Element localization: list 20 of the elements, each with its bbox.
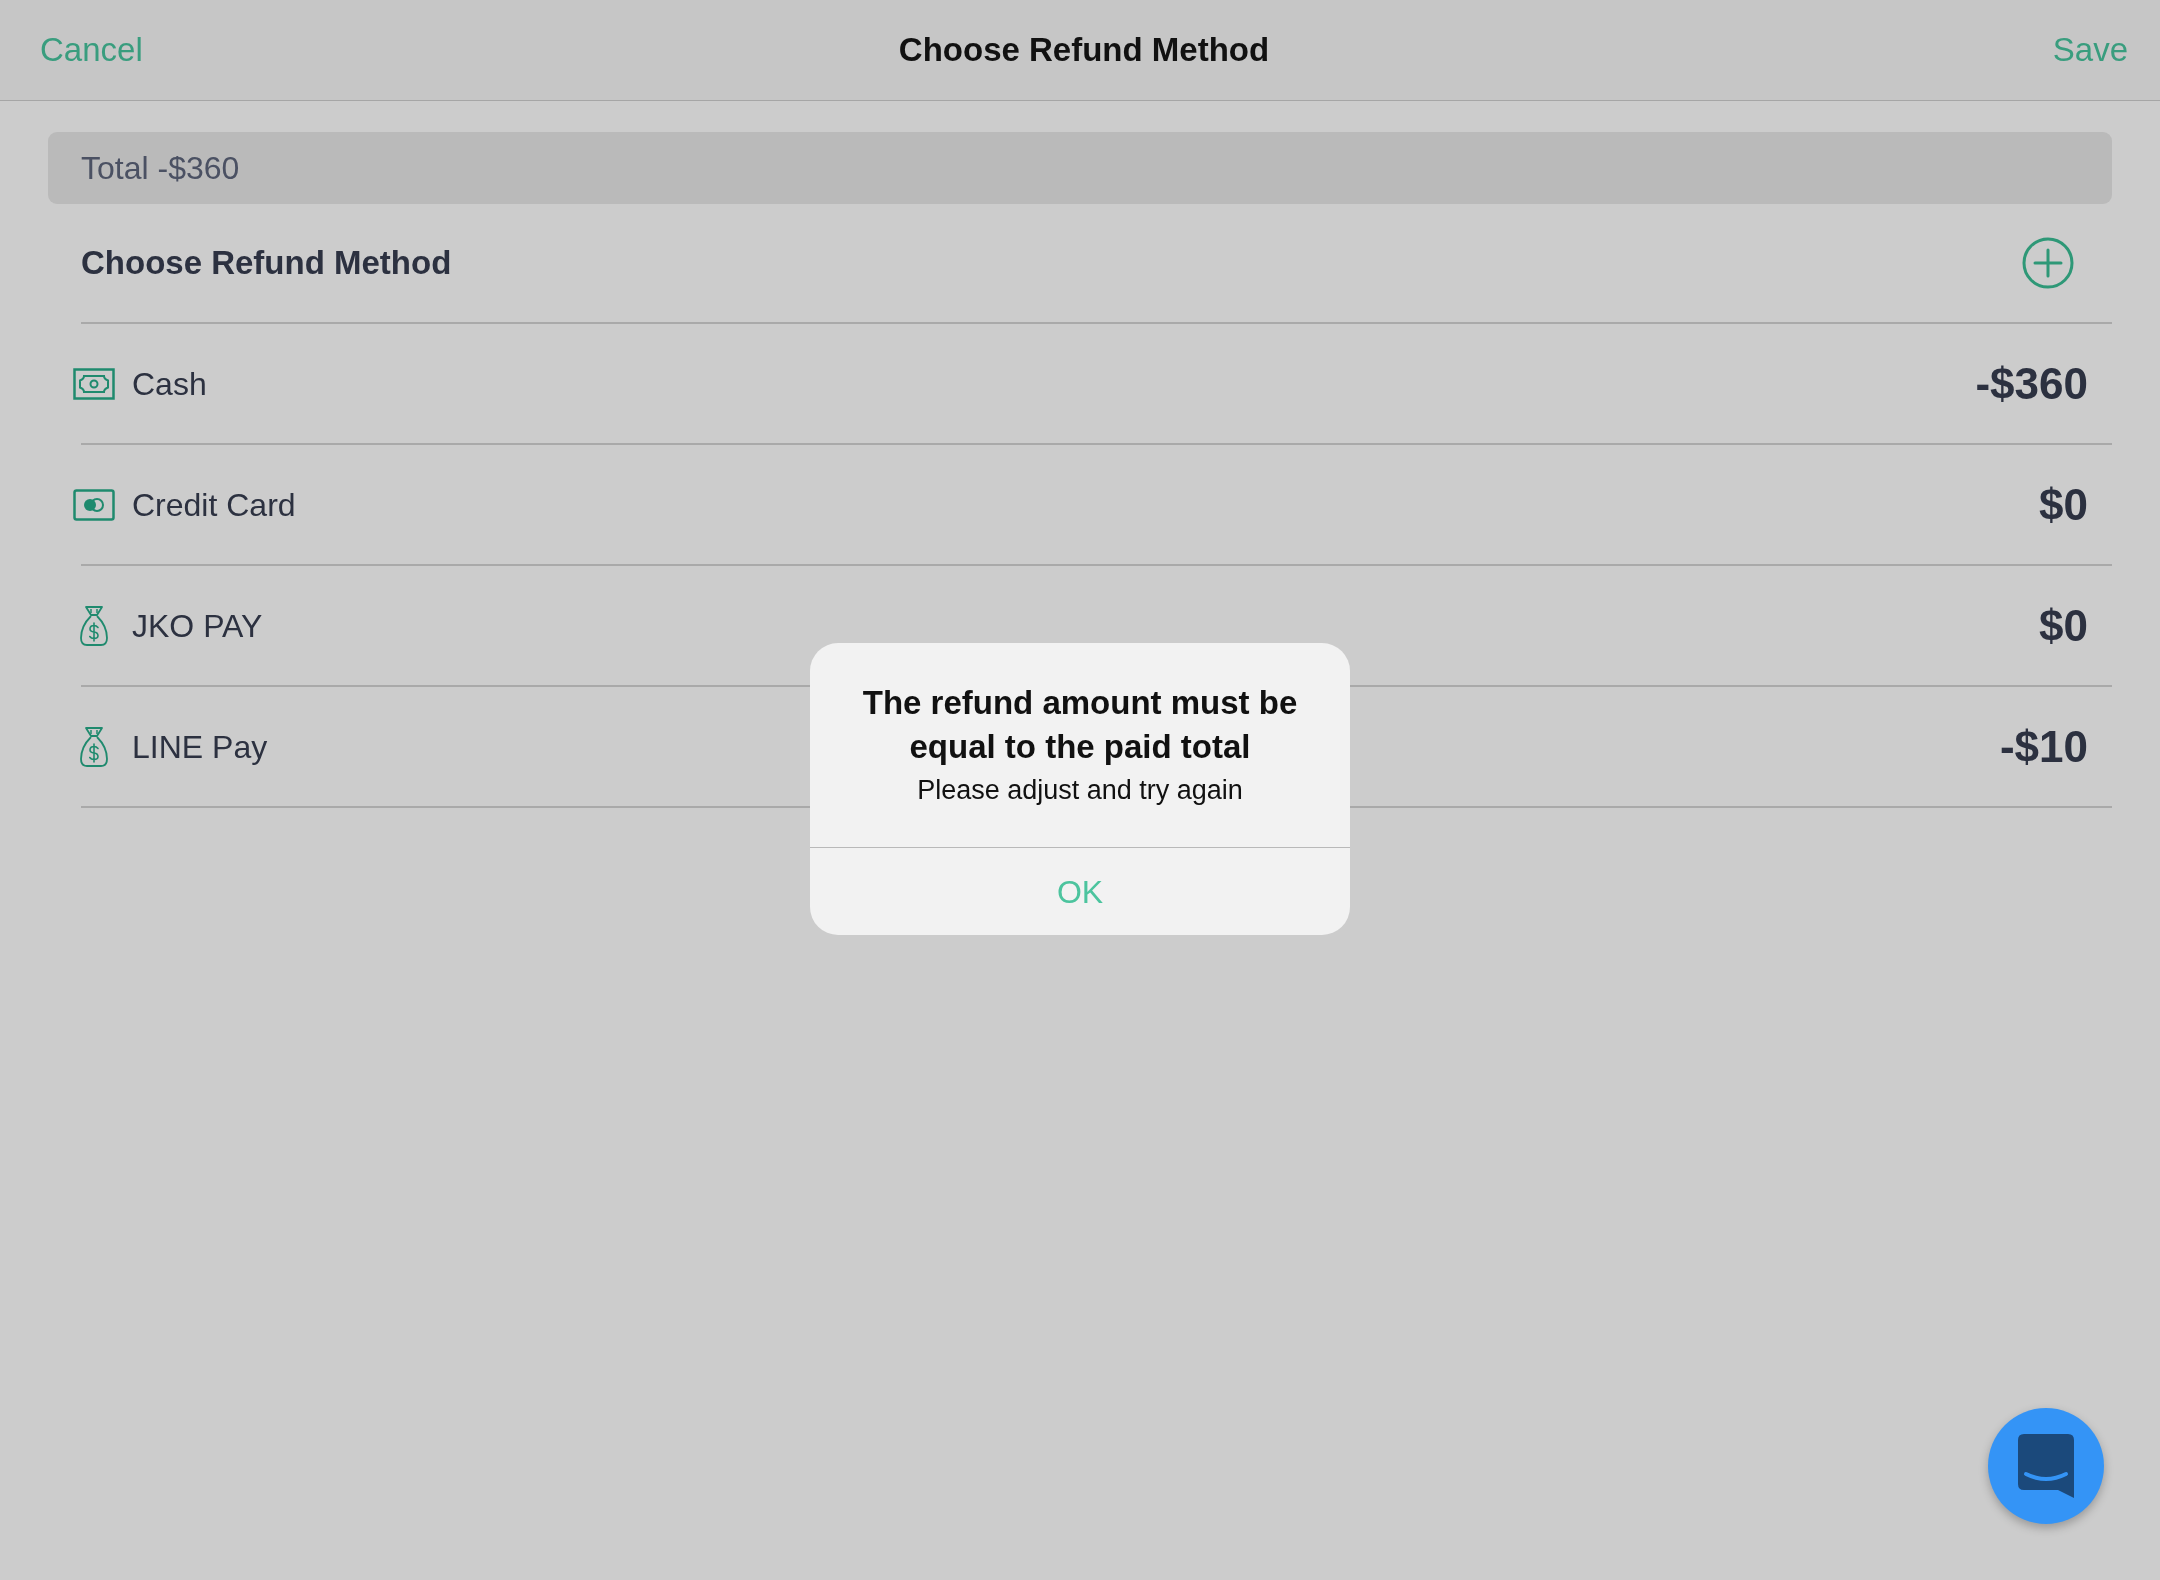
- method-name[interactable]: Credit Card: [132, 484, 296, 525]
- chat-button[interactable]: [1988, 1408, 2104, 1524]
- amount-text: $0: [2039, 478, 2088, 531]
- amount-text: -$10: [1999, 720, 2088, 773]
- page-title: Choose Refund Method: [898, 30, 1270, 70]
- total-text: Total -$360: [81, 149, 240, 188]
- amount-text: $0: [2039, 599, 2088, 652]
- section-title: Choose Refund Method: [81, 243, 452, 283]
- method-name[interactable]: Cash: [132, 363, 207, 404]
- chat-icon: [2018, 1434, 2074, 1498]
- method-name[interactable]: JKO PAY: [132, 605, 263, 646]
- alert-message: Please adjust and try again: [916, 774, 1244, 807]
- card-icon: [73, 488, 115, 521]
- plus-circle-icon: [2022, 237, 2074, 289]
- amount-text: -$360: [1975, 357, 2088, 410]
- alert-title: The refund amount must be equal to the paid total: [861, 683, 1299, 767]
- money-bag-icon: [79, 725, 109, 768]
- banknote-icon: [73, 367, 115, 400]
- method-name[interactable]: LINE Pay: [132, 726, 268, 767]
- money-bag-icon: [79, 604, 109, 647]
